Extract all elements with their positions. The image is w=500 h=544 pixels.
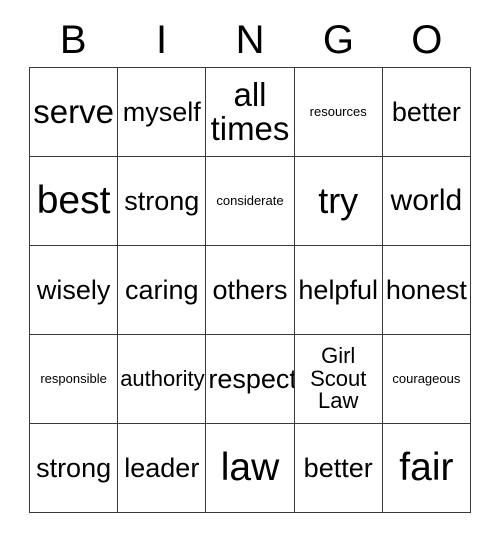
bingo-cell-label: strong bbox=[36, 452, 112, 483]
bingo-card: B I N G O serve myself all times resources bette… bbox=[0, 0, 500, 544]
bingo-header-letter-i: I bbox=[156, 18, 168, 62]
bingo-free-cell[interactable]: Girl Scout Law bbox=[294, 335, 383, 424]
bingo-cell-label: caring bbox=[125, 274, 199, 305]
bingo-cell-label: strong bbox=[124, 185, 200, 216]
bingo-cell[interactable]: strong bbox=[118, 157, 207, 246]
bingo-cell[interactable]: authority bbox=[118, 335, 207, 424]
bingo-cell[interactable]: wisely bbox=[30, 246, 119, 335]
bingo-cell[interactable]: better bbox=[294, 424, 383, 513]
bingo-cell-label: all times bbox=[210, 75, 290, 147]
bingo-cell-label: responsible bbox=[40, 371, 107, 387]
bingo-cell-label: authority bbox=[120, 365, 205, 391]
bingo-cell[interactable]: serve bbox=[30, 68, 119, 157]
bingo-cell[interactable]: strong bbox=[30, 424, 119, 513]
bingo-cell[interactable]: responsible bbox=[30, 335, 119, 424]
bingo-cell-label: world bbox=[390, 184, 463, 218]
bingo-cell[interactable]: all times bbox=[206, 68, 295, 157]
bingo-cell-label: leader bbox=[124, 452, 200, 483]
bingo-header: BINGO bbox=[29, 14, 471, 66]
bingo-cell-label: respect bbox=[208, 363, 295, 394]
bingo-header-letter-g: G bbox=[322, 18, 354, 62]
bingo-header-letter-b: B bbox=[59, 18, 87, 62]
bingo-cell[interactable]: helpful bbox=[294, 246, 383, 335]
bingo-cell[interactable]: resources bbox=[294, 68, 383, 157]
bingo-cell-label: fair bbox=[399, 445, 454, 489]
bingo-cell-label: others bbox=[212, 274, 288, 305]
bingo-cell-label: courageous bbox=[392, 371, 461, 387]
bingo-cell-label: best bbox=[36, 178, 111, 222]
bingo-cell[interactable]: honest bbox=[382, 246, 471, 335]
bingo-cell[interactable]: leader bbox=[118, 424, 207, 513]
bingo-cell-label: resources bbox=[309, 104, 367, 120]
bingo-cell[interactable]: best bbox=[30, 157, 119, 246]
bingo-cell-label: helpful bbox=[298, 274, 378, 305]
bingo-cell[interactable]: others bbox=[206, 246, 295, 335]
bingo-cell-label: considerate bbox=[216, 193, 284, 209]
bingo-cell[interactable]: respect bbox=[206, 335, 295, 424]
bingo-cell-label: try bbox=[318, 180, 359, 222]
bingo-cell-label: wisely bbox=[36, 274, 111, 305]
bingo-cell-label: myself bbox=[122, 96, 201, 127]
bingo-grid: serve myself all times resources better best s… bbox=[29, 67, 471, 513]
bingo-cell[interactable]: courageous bbox=[382, 335, 471, 424]
bingo-cell[interactable]: myself bbox=[118, 68, 207, 157]
bingo-cell-label: law bbox=[220, 445, 280, 489]
bingo-cell-label: serve bbox=[33, 92, 114, 130]
bingo-header-letter-o: O bbox=[411, 18, 443, 62]
bingo-cell-label: honest bbox=[385, 274, 467, 305]
bingo-cell[interactable]: law bbox=[206, 424, 295, 513]
bingo-cell[interactable]: better bbox=[382, 68, 471, 157]
bingo-cell[interactable]: considerate bbox=[206, 157, 295, 246]
bingo-cell[interactable]: caring bbox=[118, 246, 207, 335]
bingo-cell[interactable]: try bbox=[294, 157, 383, 246]
bingo-cell[interactable]: fair bbox=[382, 424, 471, 513]
bingo-cell[interactable]: world bbox=[382, 157, 471, 246]
bingo-header-letter-n: N bbox=[235, 18, 265, 62]
bingo-cell-label: better bbox=[391, 96, 461, 127]
bingo-cell-label: better bbox=[303, 452, 373, 483]
bingo-cell-label: Girl Scout Law bbox=[310, 342, 367, 414]
